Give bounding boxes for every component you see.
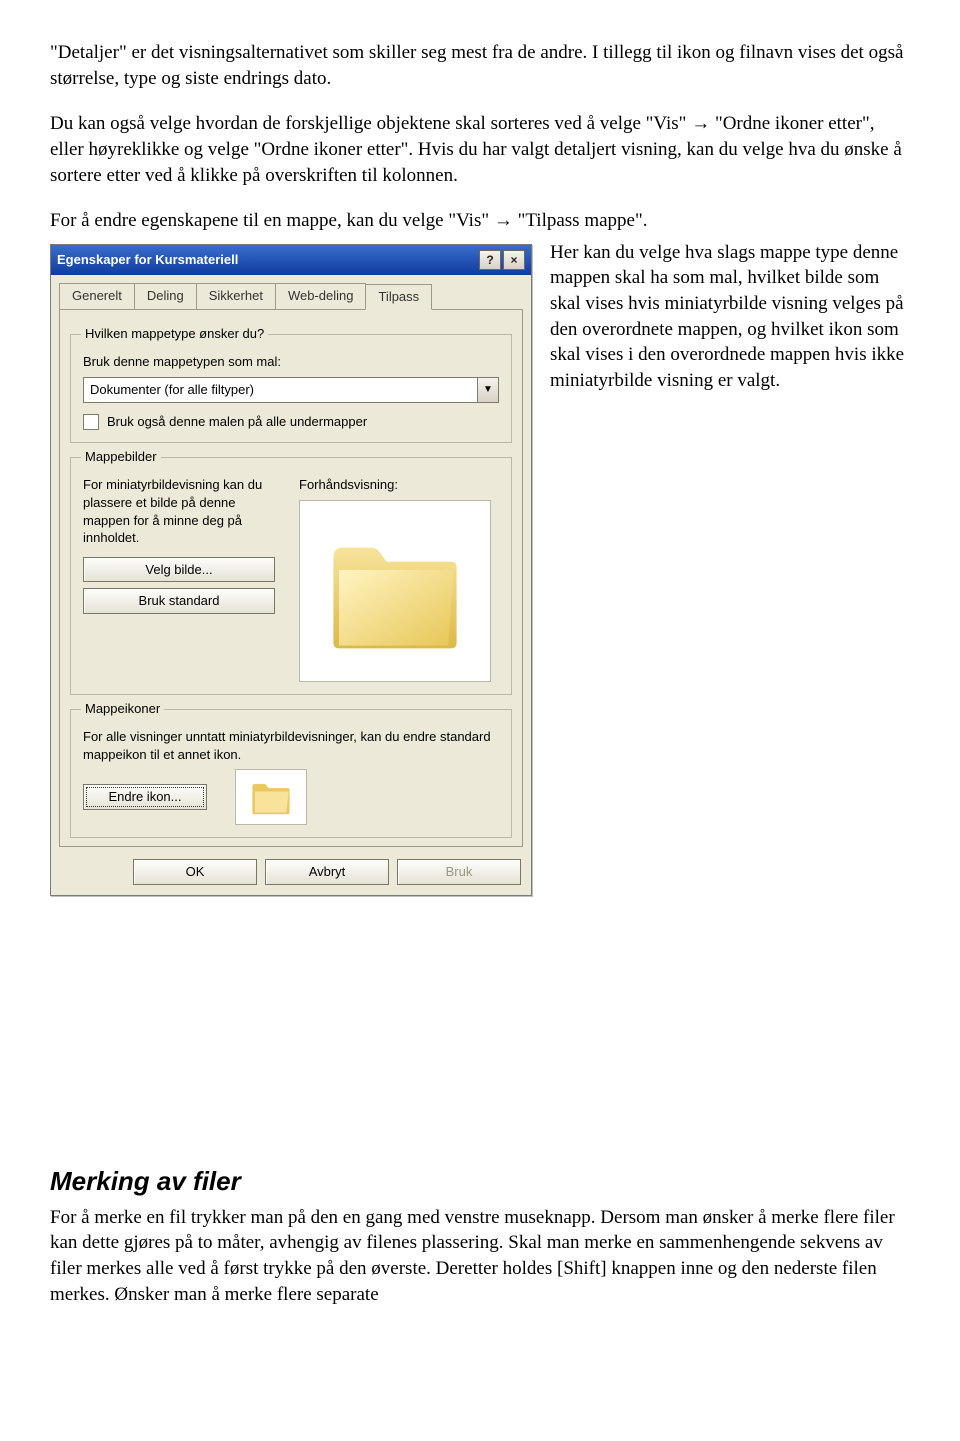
tab-tilpass[interactable]: Tilpass [365, 284, 432, 311]
group-mappetype: Hvilken mappetype ønsker du? Bruk denne … [70, 334, 512, 443]
side-paragraph: Her kan du velge hva slags mappe type de… [550, 242, 904, 391]
properties-dialog: Egenskaper for Kursmateriell ? × Generel… [50, 244, 532, 896]
label-use-template: Bruk denne mappetypen som mal: [83, 353, 499, 371]
template-dropdown-value: Dokumenter (for alle filtyper) [84, 378, 477, 402]
template-dropdown[interactable]: Dokumenter (for alle filtyper) ▼ [83, 377, 499, 403]
paragraph-1: "Detaljer" er det visningsalternativet s… [50, 40, 910, 91]
apply-subfolders-checkbox[interactable] [83, 414, 99, 430]
mappeikoner-desc: For alle visninger unntatt miniatyrbilde… [83, 728, 499, 763]
choose-image-button[interactable]: Velg bilde... [83, 557, 275, 583]
group-mappetype-legend: Hvilken mappetype ønsker du? [81, 325, 268, 343]
section-body-merking: For å merke en fil trykker man på den en… [50, 1205, 910, 1308]
arrow-icon: → [691, 113, 710, 134]
dialog-title: Egenskaper for Kursmateriell [57, 251, 477, 269]
paragraph-2a: Du kan også velge hvordan de forskjellig… [50, 113, 691, 134]
preview-label: Forhåndsvisning: [299, 476, 499, 494]
preview-frame [299, 500, 491, 682]
ok-button[interactable]: OK [133, 859, 257, 885]
section-heading-merking: Merking av filer [50, 1164, 910, 1199]
apply-button[interactable]: Bruk [397, 859, 521, 885]
tab-body: Hvilken mappetype ønsker du? Bruk denne … [59, 309, 523, 847]
cancel-button[interactable]: Avbryt [265, 859, 389, 885]
chevron-down-icon: ▼ [477, 378, 498, 402]
change-icon-button[interactable]: Endre ikon... [83, 784, 207, 810]
mappebilder-desc: For miniatyrbildevisning kan du plassere… [83, 476, 275, 546]
tab-deling[interactable]: Deling [134, 283, 197, 310]
group-mappebilder: Mappebilder For miniatyrbildevisning kan… [70, 457, 512, 695]
tab-sikkerhet[interactable]: Sikkerhet [196, 283, 276, 310]
apply-subfolders-label: Bruk også denne malen på alle undermappe… [107, 413, 367, 431]
group-mappeikoner-legend: Mappeikoner [81, 700, 164, 718]
tab-webdeling[interactable]: Web-deling [275, 283, 367, 310]
paragraph-3b: "Tilpass mappe". [513, 210, 648, 231]
group-mappeikoner: Mappeikoner For alle visninger unntatt m… [70, 709, 512, 838]
dialog-titlebar: Egenskaper for Kursmateriell ? × [51, 245, 531, 275]
close-button[interactable]: × [503, 250, 525, 270]
dialog-tabs: Generelt Deling Sikkerhet Web-deling Til… [51, 275, 531, 310]
paragraph-2: Du kan også velge hvordan de forskjellig… [50, 111, 910, 188]
folder-icon [249, 778, 293, 816]
folder-preview-icon [325, 526, 465, 656]
use-standard-button[interactable]: Bruk standard [83, 588, 275, 614]
help-button[interactable]: ? [479, 250, 501, 270]
group-mappebilder-legend: Mappebilder [81, 448, 161, 466]
paragraph-3: For å endre egenskapene til en mappe, ka… [50, 208, 910, 234]
arrow-icon: → [494, 210, 513, 231]
dialog-button-row: OK Avbryt Bruk [51, 847, 531, 895]
tab-generelt[interactable]: Generelt [59, 283, 135, 310]
paragraph-3a: For å endre egenskapene til en mappe, ka… [50, 210, 494, 231]
current-icon-preview [235, 769, 307, 825]
